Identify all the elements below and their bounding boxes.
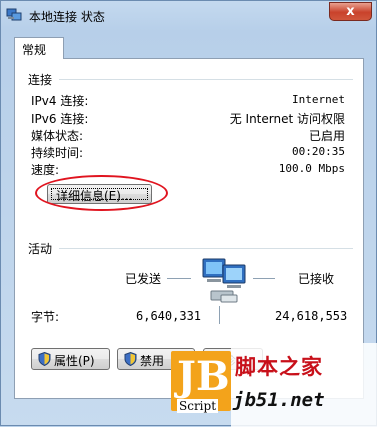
site-watermark: JB Script 脚本之家 jb51.net [171, 343, 377, 427]
ipv6-value: 无 Internet 访问权限 [229, 112, 345, 126]
highlight-annotation [35, 175, 168, 211]
received-line [253, 278, 275, 279]
connection-group-label: 连接 [28, 73, 53, 87]
status-window: 本地连接 状态 x 常规 连接 IPv4 连接: Internet IPv6 连… [0, 0, 377, 427]
watermark-logo-text: JB [177, 353, 230, 400]
watermark-site-name: 脚本之家 [235, 355, 323, 379]
activity-group-divider [59, 248, 353, 249]
properties-button[interactable]: 属性(P) [31, 348, 110, 370]
activity-group-label: 活动 [28, 242, 53, 256]
window-title: 本地连接 状态 [29, 10, 105, 24]
bytes-received-value: 24,618,553 [275, 309, 348, 323]
network-icon [6, 8, 22, 21]
received-label: 已接收 [298, 272, 335, 286]
watermark-url: jb51.net [233, 389, 325, 411]
sent-line [167, 278, 191, 279]
duration-value: 00:20:35 [292, 145, 345, 158]
shield-icon [124, 352, 137, 366]
sent-label: 已发送 [125, 272, 162, 286]
tab-label: 常规 [22, 43, 47, 57]
watermark-logo-caption: Script [177, 399, 219, 413]
duration-label: 持续时间: [31, 146, 84, 160]
media-state-label: 媒体状态: [31, 129, 84, 143]
speed-value: 100.0 Mbps [278, 162, 345, 175]
tab-general[interactable]: 常规 [14, 37, 64, 59]
disable-button-label: 禁用 [140, 354, 165, 368]
shield-icon [38, 352, 51, 366]
close-icon: x [346, 4, 355, 19]
network-activity-icon [202, 258, 246, 303]
close-button[interactable]: x [329, 2, 372, 21]
connection-group-divider [59, 79, 353, 80]
ipv6-label: IPv6 连接: [31, 112, 89, 126]
activity-connector-line [219, 306, 220, 324]
bytes-label: 字节: [31, 310, 60, 324]
properties-button-label: 属性(P) [54, 354, 95, 368]
bytes-sent-value: 6,640,331 [136, 309, 202, 323]
title-bar[interactable]: 本地连接 状态 x [1, 1, 376, 31]
ipv4-value: Internet [292, 93, 345, 106]
speed-label: 速度: [31, 163, 60, 177]
media-state-value: 已启用 [308, 129, 345, 143]
ipv4-label: IPv4 连接: [31, 94, 89, 108]
